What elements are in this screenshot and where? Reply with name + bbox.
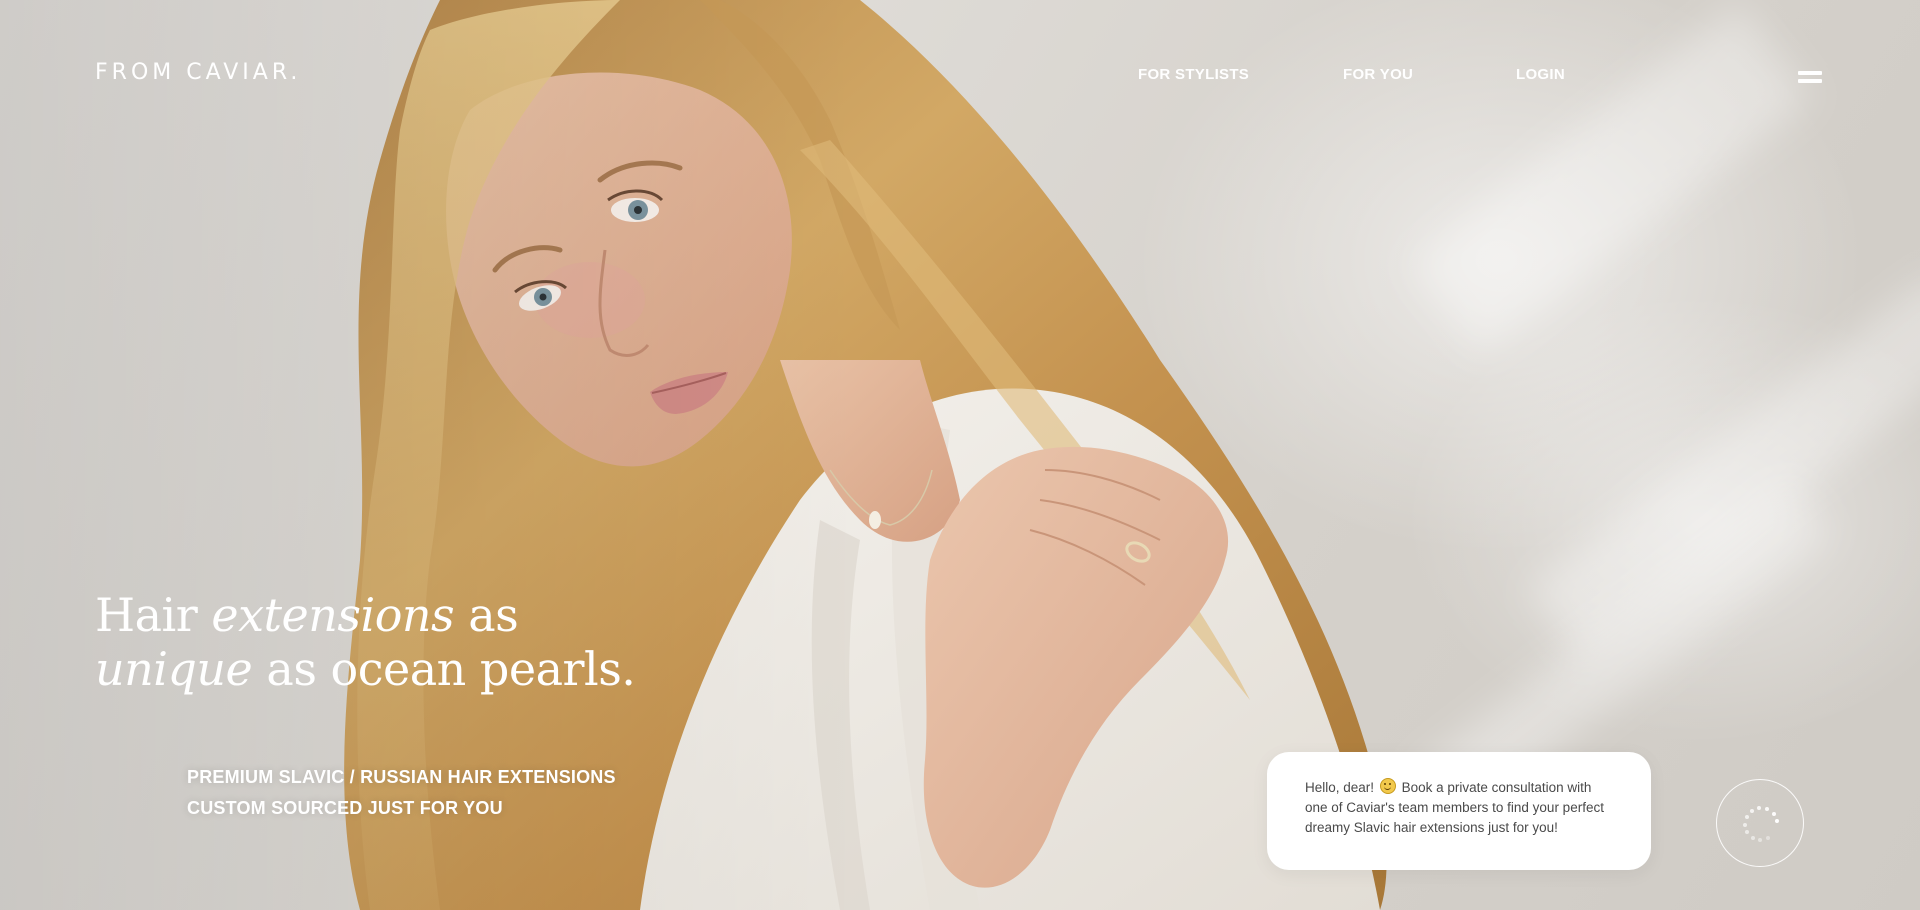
hamburger-menu-icon[interactable] [1796, 68, 1824, 86]
nav-link-for-you[interactable]: FOR YOU [1343, 66, 1413, 83]
headline-emphasis: extensions [211, 588, 455, 642]
headline-word: as [468, 588, 519, 642]
headline-word: as ocean pearls. [266, 642, 636, 696]
spinner-dot [1771, 812, 1776, 817]
spinner-dot [1774, 819, 1779, 824]
chat-greeting: Hello, dear! [1305, 780, 1375, 795]
subheading-line: CUSTOM SOURCED JUST FOR YOU [187, 798, 503, 818]
spinner-dot [1750, 808, 1754, 813]
hero-headline: Hair extensions as unique as ocean pearl… [95, 588, 636, 696]
nav-link-for-stylists[interactable]: FOR STYLISTS [1138, 66, 1249, 83]
spinner-dot [1758, 837, 1763, 842]
nav-link-login[interactable]: LOGIN [1516, 66, 1565, 83]
hero-section: FROM CAVIAR. FOR STYLISTS FOR YOU LOGIN … [0, 0, 1920, 910]
chat-greeting-bubble[interactable]: Hello, dear! Book a private consultation… [1267, 752, 1651, 870]
headline-word: Hair [95, 588, 198, 642]
spinner-dot [1744, 814, 1749, 819]
chat-launcher-button[interactable] [1716, 779, 1804, 867]
spinner-dot [1743, 822, 1747, 827]
spinner-dot [1750, 835, 1755, 840]
spinner-dot [1757, 806, 1762, 811]
subheading-line: PREMIUM SLAVIC / RUSSIAN HAIR EXTENSIONS [187, 767, 616, 787]
menu-line [1798, 79, 1822, 83]
menu-line [1798, 71, 1822, 75]
spinner-dot [1765, 807, 1770, 812]
brand-logo[interactable]: FROM CAVIAR. [95, 60, 301, 85]
headline-emphasis: unique [95, 642, 253, 696]
smiling-face-icon [1379, 778, 1396, 794]
hero-subheading: PREMIUM SLAVIC / RUSSIAN HAIR EXTENSIONS… [187, 762, 616, 824]
spinner-dot [1766, 836, 1771, 841]
spinner-dot [1745, 830, 1750, 835]
